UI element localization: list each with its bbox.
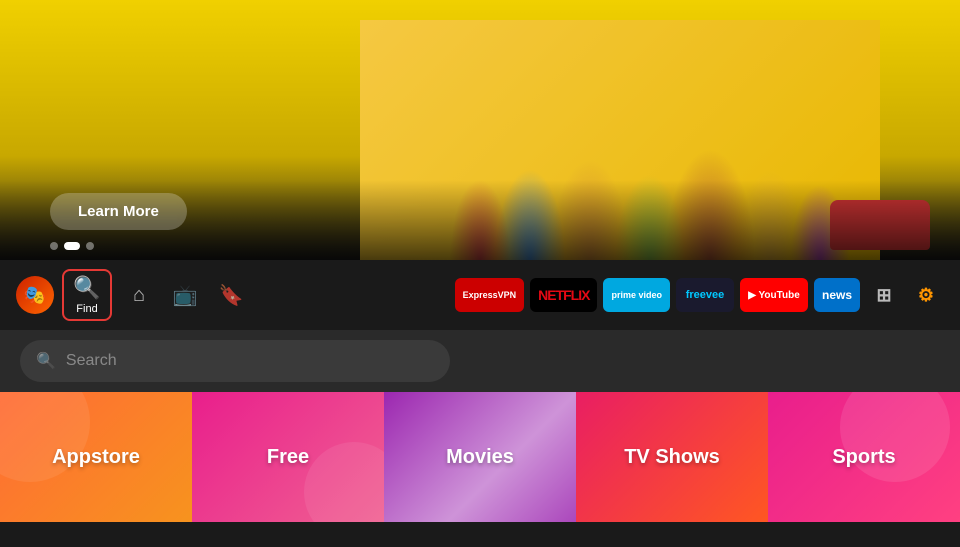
category-tvshows-label: TV Shows (624, 446, 720, 469)
category-appstore-label: Appstore (52, 446, 140, 469)
hero-section: Learn More (0, 0, 960, 260)
user-avatar[interactable]: 🎭 (16, 276, 54, 314)
category-sports[interactable]: Sports (768, 392, 960, 522)
find-label: Find (76, 303, 97, 315)
category-free[interactable]: Free (192, 392, 384, 522)
find-search-icon: 🔍 (73, 275, 100, 301)
home-nav-icon[interactable]: ⌂ (120, 276, 158, 314)
category-appstore[interactable]: Appstore (0, 392, 192, 522)
category-free-label: Free (267, 446, 309, 469)
dot-3 (86, 242, 94, 250)
category-movies-label: Movies (446, 446, 514, 469)
find-button[interactable]: 🔍 Find (62, 269, 112, 321)
dot-2-active (64, 242, 80, 250)
categories-row: Appstore Free Movies TV Shows Sports (0, 392, 960, 522)
prime-video-logo[interactable]: prime video (603, 278, 670, 312)
freevee-logo[interactable]: freevee (676, 278, 734, 312)
search-bar[interactable]: 🔍 Search (20, 340, 450, 382)
learn-more-button[interactable]: Learn More (50, 193, 187, 230)
category-movies[interactable]: Movies (384, 392, 576, 522)
channel-logos-container: ExpressVPN NETFLIX prime video freevee ▶… (455, 278, 944, 312)
youtube-logo[interactable]: ▶ YouTube (740, 278, 808, 312)
tv-nav-icon[interactable]: 📺 (166, 276, 204, 314)
bookmark-nav-icon[interactable]: 🔖 (212, 276, 250, 314)
netflix-logo[interactable]: NETFLIX (530, 278, 597, 312)
expressvpn-logo[interactable]: ExpressVPN (455, 278, 525, 312)
category-sports-label: Sports (832, 446, 895, 469)
search-icon: 🔍 (36, 351, 56, 371)
news-logo[interactable]: news (814, 278, 860, 312)
hero-pagination-dots (50, 242, 94, 250)
dot-1 (50, 242, 58, 250)
settings-icon[interactable]: ⚙ (908, 278, 944, 312)
nav-bar: 🎭 🔍 Find ⌂ 📺 🔖 ExpressVPN NETFLIX prime … (0, 260, 960, 330)
category-tvshows[interactable]: TV Shows (576, 392, 768, 522)
search-placeholder-text: Search (66, 352, 117, 370)
all-apps-icon[interactable]: ⊞ (866, 278, 902, 312)
search-area: 🔍 Search (0, 330, 960, 392)
